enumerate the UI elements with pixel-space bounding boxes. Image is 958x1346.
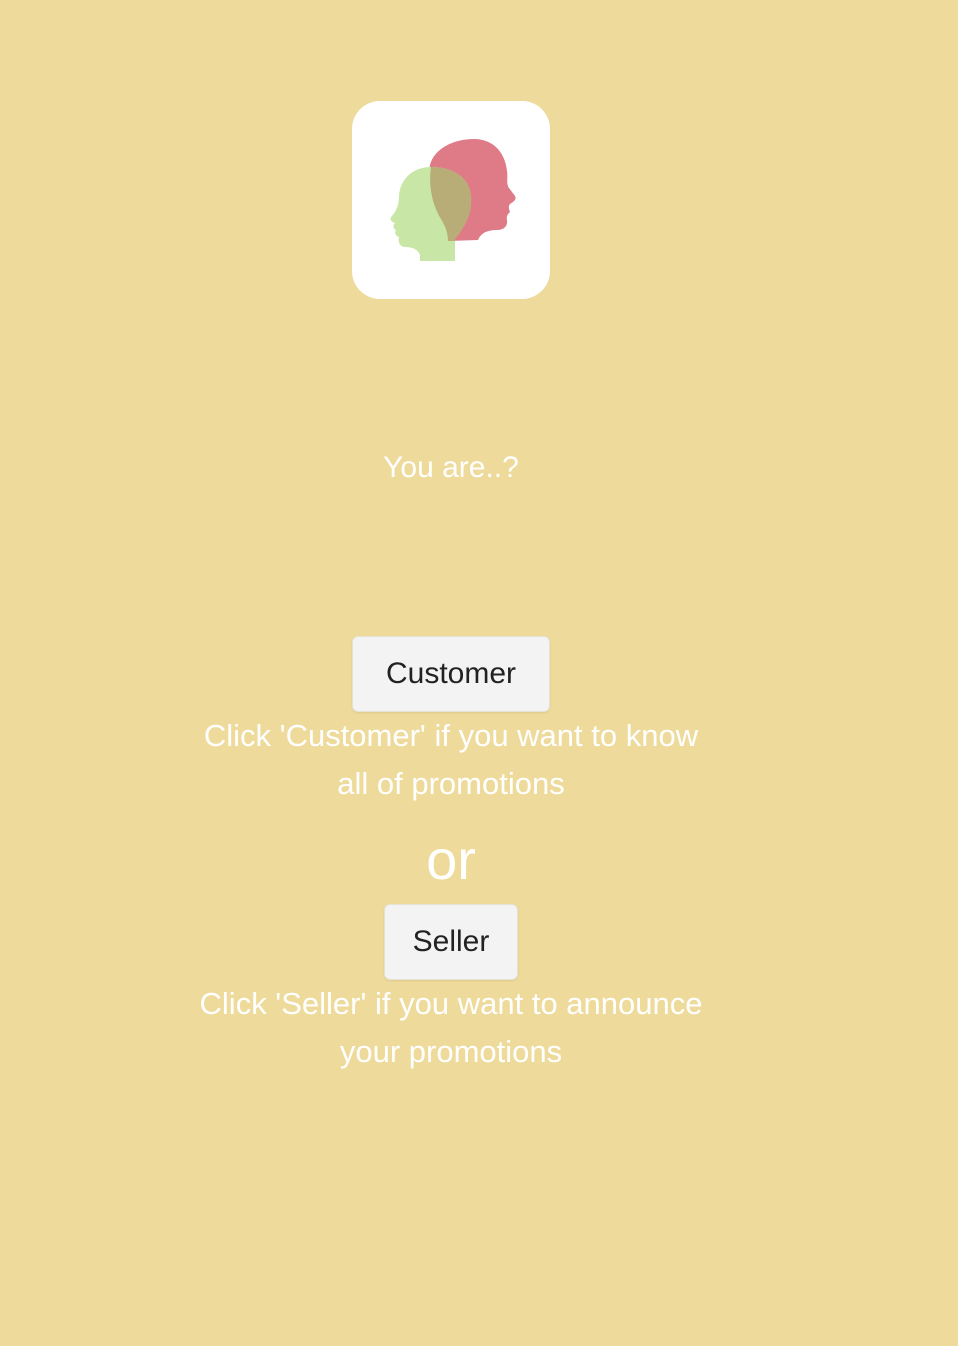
customer-hint: Click 'Customer' if you want to know all… xyxy=(0,712,902,808)
app-logo xyxy=(352,101,550,299)
seller-hint-line-1: Click 'Seller' if you want to announce xyxy=(199,986,703,1021)
two-heads-icon xyxy=(390,139,516,261)
seller-button[interactable]: Seller xyxy=(384,904,518,980)
or-divider: or xyxy=(426,828,476,891)
seller-hint-line-2: your promotions xyxy=(339,1034,563,1069)
role-selection-page: You are..? Customer Click 'Customer' if … xyxy=(0,0,958,1346)
seller-hint: Click 'Seller' if you want to announce y… xyxy=(0,980,902,1076)
customer-hint-line-1: Click 'Customer' if you want to know xyxy=(203,718,699,753)
role-question: You are..? xyxy=(383,451,519,484)
customer-hint-line-2: all of promotions xyxy=(337,766,565,801)
customer-button[interactable]: Customer xyxy=(352,636,550,712)
